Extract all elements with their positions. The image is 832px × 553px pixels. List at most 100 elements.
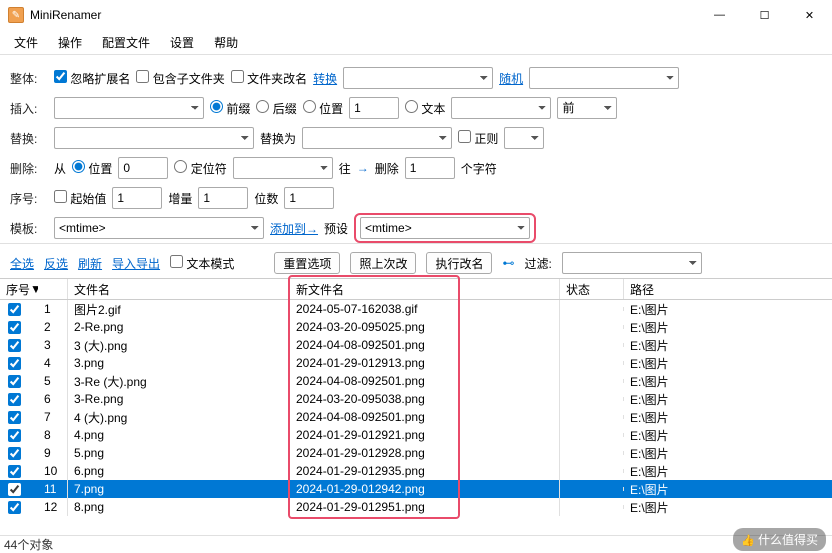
table-row[interactable]: 43.png2024-01-29-012913.pngE:\图片 <box>0 354 832 372</box>
menu-config[interactable]: 配置文件 <box>92 32 160 53</box>
combo-convert[interactable] <box>343 67 493 89</box>
radio-ins-pos[interactable]: 位置 <box>303 100 343 117</box>
table-row[interactable]: 95.png2024-01-29-012928.pngE:\图片 <box>0 444 832 462</box>
col-header-name[interactable]: 文件名 <box>68 279 290 299</box>
cell-status <box>560 415 624 419</box>
combo-replace-from[interactable] <box>54 127 254 149</box>
num-digits[interactable] <box>284 187 334 209</box>
link-import-export[interactable]: 导入导出 <box>112 255 160 272</box>
arrow-right-icon[interactable]: → <box>357 161 369 175</box>
radio-del-locator[interactable]: 定位符 <box>174 160 226 177</box>
row-checkbox[interactable] <box>8 465 21 478</box>
table-row[interactable]: 63-Re.png2024-03-20-095038.pngE:\图片 <box>0 390 832 408</box>
chk-rename-folder[interactable]: 文件夹改名 <box>231 70 307 87</box>
title-bar: MiniRenamer — ☐ ✕ <box>0 0 832 30</box>
pin-icon[interactable]: ⊷ <box>502 256 514 270</box>
radio-suffix[interactable]: 后缀 <box>256 100 296 117</box>
btn-execute[interactable]: 执行改名 <box>426 252 492 274</box>
link-select-all[interactable]: 全选 <box>10 255 34 272</box>
link-random[interactable]: 随机 <box>499 70 523 87</box>
row-checkbox[interactable] <box>8 321 21 334</box>
btn-reset[interactable]: 重置选项 <box>274 252 340 274</box>
chk-ignore-ext[interactable]: 忽略扩展名 <box>54 70 130 87</box>
table-row[interactable]: 53-Re (大).png2024-04-08-092501.pngE:\图片 <box>0 372 832 390</box>
combo-ins-text[interactable] <box>451 97 551 119</box>
minimize-button[interactable]: — <box>697 0 742 30</box>
combo-replace-to[interactable] <box>302 127 452 149</box>
link-invert[interactable]: 反选 <box>44 255 68 272</box>
row-checkbox[interactable] <box>8 447 21 460</box>
chk-text-mode[interactable]: 文本模式 <box>170 255 234 272</box>
num-del-pos[interactable] <box>118 157 168 179</box>
close-button[interactable]: ✕ <box>787 0 832 30</box>
link-convert[interactable]: 转换 <box>313 70 337 87</box>
num-ins-pos[interactable] <box>349 97 399 119</box>
label-filter: 过滤: <box>524 255 551 272</box>
table-row[interactable]: 117.png2024-01-29-012942.pngE:\图片 <box>0 480 832 498</box>
row-checkbox[interactable] <box>8 501 21 514</box>
menu-file[interactable]: 文件 <box>4 32 48 53</box>
cell-newname: 2024-01-29-012928.png <box>290 444 560 462</box>
row-checkbox[interactable] <box>8 303 21 316</box>
row-checkbox[interactable] <box>8 411 21 424</box>
maximize-button[interactable]: ☐ <box>742 0 787 30</box>
label-template: 模板: <box>10 220 48 237</box>
combo-insert[interactable] <box>54 97 204 119</box>
label-step: 增量 <box>168 190 192 207</box>
combo-del-locator[interactable] <box>233 157 333 179</box>
chk-start[interactable]: 起始值 <box>54 190 106 207</box>
chk-include-sub[interactable]: 包含子文件夹 <box>136 70 224 87</box>
cell-num: 1 <box>38 300 68 318</box>
combo-preset[interactable] <box>360 217 530 239</box>
col-header-num[interactable]: 序号 ▼ <box>0 279 38 299</box>
table-row[interactable]: 106.png2024-01-29-012935.pngE:\图片 <box>0 462 832 480</box>
cell-num: 10 <box>38 462 68 480</box>
btn-last[interactable]: 照上次改 <box>350 252 416 274</box>
label-seq: 序号: <box>10 190 48 207</box>
table-row[interactable]: 1图片2.gif2024-05-07-162038.gifE:\图片 <box>0 300 832 318</box>
combo-regex-help[interactable] <box>504 127 544 149</box>
row-checkbox[interactable] <box>8 375 21 388</box>
cell-num: 8 <box>38 426 68 444</box>
cell-status <box>560 487 624 491</box>
num-step[interactable] <box>198 187 248 209</box>
link-addto[interactable]: 添加到→ <box>270 220 318 237</box>
status-bar: 44个对象 <box>0 535 832 553</box>
num-start[interactable] <box>112 187 162 209</box>
combo-filter[interactable] <box>562 252 702 274</box>
table-row[interactable]: 74 (大).png2024-04-08-092501.pngE:\图片 <box>0 408 832 426</box>
col-header-path[interactable]: 路径 <box>624 279 832 299</box>
col-header-newname[interactable]: 新文件名 <box>290 279 560 299</box>
col-header-status[interactable]: 状态 <box>560 279 624 299</box>
row-checkbox[interactable] <box>8 357 21 370</box>
cell-name: 5.png <box>68 444 290 462</box>
label-preset: 预设 <box>324 220 348 237</box>
combo-template[interactable] <box>54 217 264 239</box>
row-checkbox[interactable] <box>8 483 21 496</box>
cell-newname: 2024-03-20-095038.png <box>290 390 560 408</box>
cell-name: 8.png <box>68 498 290 516</box>
cell-newname: 2024-03-20-095025.png <box>290 318 560 336</box>
radio-del-pos[interactable]: 位置 <box>72 160 112 177</box>
menu-operate[interactable]: 操作 <box>48 32 92 53</box>
chk-regex[interactable]: 正则 <box>458 130 498 147</box>
row-checkbox[interactable] <box>8 429 21 442</box>
cell-name: 2-Re.png <box>68 318 290 336</box>
table-row[interactable]: 128.png2024-01-29-012951.pngE:\图片 <box>0 498 832 516</box>
row-checkbox[interactable] <box>8 393 21 406</box>
options-panel: 整体: 忽略扩展名 包含子文件夹 文件夹改名 转换 随机 插入: 前缀 后缀 位… <box>0 59 832 243</box>
table-row[interactable]: 22-Re.png2024-03-20-095025.pngE:\图片 <box>0 318 832 336</box>
link-refresh[interactable]: 刷新 <box>78 255 102 272</box>
menu-settings[interactable]: 设置 <box>160 32 204 53</box>
cell-status <box>560 361 624 365</box>
radio-ins-text[interactable]: 文本 <box>405 100 445 117</box>
row-checkbox[interactable] <box>8 339 21 352</box>
num-del-count[interactable] <box>405 157 455 179</box>
table-row[interactable]: 84.png2024-01-29-012921.pngE:\图片 <box>0 426 832 444</box>
table-row[interactable]: 33 (大).png2024-04-08-092501.pngE:\图片 <box>0 336 832 354</box>
combo-ins-before[interactable]: 前 <box>557 97 617 119</box>
combo-random[interactable] <box>529 67 679 89</box>
menu-help[interactable]: 帮助 <box>204 32 248 53</box>
radio-prefix[interactable]: 前缀 <box>210 100 250 117</box>
cell-name: 图片2.gif <box>68 299 290 320</box>
